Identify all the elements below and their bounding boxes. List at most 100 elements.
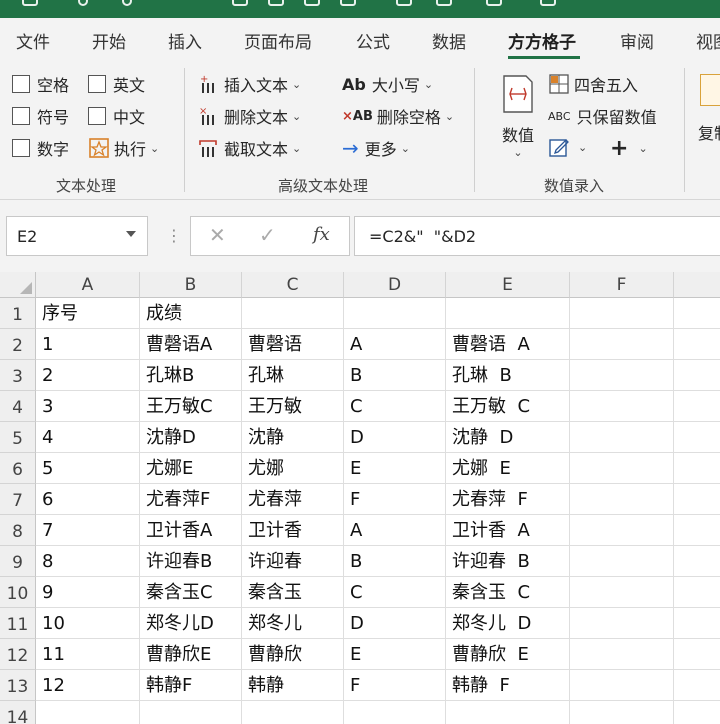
cell[interactable]: 许迎春 — [242, 546, 344, 577]
cell[interactable] — [674, 701, 720, 724]
checkbox-box[interactable] — [12, 107, 30, 125]
row-header[interactable]: 2 — [0, 329, 36, 360]
cell[interactable]: 尤春萍 F — [446, 484, 570, 515]
cell[interactable] — [570, 546, 674, 577]
cell[interactable]: 卫计香A — [140, 515, 242, 546]
cell[interactable]: A — [344, 329, 446, 360]
cell[interactable] — [674, 639, 720, 670]
qa-tool-icon[interactable] — [486, 0, 502, 6]
cell[interactable]: B — [344, 360, 446, 391]
column-header-c[interactable]: C — [242, 272, 344, 298]
cell[interactable]: 郑冬儿D — [140, 608, 242, 639]
delete-text-button[interactable]: × 删除文本 ⌄ — [198, 104, 301, 128]
checkbox-chinese[interactable]: 中文 — [88, 104, 145, 128]
cell[interactable]: 5 — [36, 453, 140, 484]
cell[interactable] — [570, 639, 674, 670]
cell[interactable]: 6 — [36, 484, 140, 515]
cell[interactable]: 沈静 D — [446, 422, 570, 453]
checkbox-box[interactable] — [12, 139, 30, 157]
edit-button[interactable]: ⌄ — [548, 136, 587, 158]
cancel-icon[interactable]: ✕ — [209, 223, 226, 247]
cell[interactable] — [674, 670, 720, 701]
cell[interactable]: 韩静F — [140, 670, 242, 701]
insert-function-icon[interactable]: fx — [313, 224, 330, 245]
cell[interactable]: A — [344, 515, 446, 546]
cell[interactable]: 许迎春 B — [446, 546, 570, 577]
qa-tool-icon[interactable] — [340, 0, 356, 6]
cell[interactable] — [674, 453, 720, 484]
row-header[interactable]: 4 — [0, 391, 36, 422]
cell[interactable]: 尤娜E — [140, 453, 242, 484]
cell[interactable]: 3 — [36, 391, 140, 422]
cell[interactable] — [570, 484, 674, 515]
cell[interactable]: 10 — [36, 608, 140, 639]
cell[interactable]: 许迎春B — [140, 546, 242, 577]
cell[interactable]: 郑冬儿 D — [446, 608, 570, 639]
cell[interactable]: 成绩 — [140, 298, 242, 329]
cell[interactable]: F — [344, 484, 446, 515]
extract-text-button[interactable]: 截取文本 ⌄ — [198, 136, 301, 160]
cell[interactable] — [674, 298, 720, 329]
cell[interactable] — [570, 391, 674, 422]
qa-tool-icon[interactable] — [304, 0, 320, 6]
cell[interactable]: 12 — [36, 670, 140, 701]
insert-text-button[interactable]: + 插入文本 ⌄ — [198, 72, 301, 96]
cell[interactable]: 曹静欣 E — [446, 639, 570, 670]
qa-tool-icon[interactable] — [436, 0, 452, 6]
cell[interactable]: D — [344, 422, 446, 453]
cell[interactable]: C — [344, 391, 446, 422]
cell[interactable] — [570, 298, 674, 329]
cell[interactable] — [570, 515, 674, 546]
tab-formulas[interactable]: 公式 — [356, 28, 390, 53]
cell[interactable] — [570, 360, 674, 391]
cell[interactable]: 卫计香 A — [446, 515, 570, 546]
cell[interactable]: 曹磬语 A — [446, 329, 570, 360]
execute-button[interactable]: 执行 ⌄ — [88, 136, 159, 160]
checkbox-english[interactable]: 英文 — [88, 72, 145, 96]
cell[interactable] — [674, 329, 720, 360]
cell[interactable]: 2 — [36, 360, 140, 391]
cell[interactable]: E — [344, 639, 446, 670]
cell[interactable]: 沈静 — [242, 422, 344, 453]
cell[interactable] — [570, 670, 674, 701]
cell[interactable]: 9 — [36, 577, 140, 608]
cell[interactable] — [570, 422, 674, 453]
row-header[interactable]: 9 — [0, 546, 36, 577]
value-button[interactable]: 数值 ⌄ — [496, 72, 540, 168]
column-header-f[interactable]: F — [570, 272, 674, 298]
cell[interactable] — [344, 298, 446, 329]
cell[interactable]: 8 — [36, 546, 140, 577]
row-header[interactable]: 11 — [0, 608, 36, 639]
cell[interactable]: C — [344, 577, 446, 608]
cell[interactable]: D — [344, 608, 446, 639]
cell[interactable] — [674, 391, 720, 422]
checkbox-symbol[interactable]: 符号 — [12, 104, 69, 128]
cell[interactable] — [570, 577, 674, 608]
select-all-corner[interactable] — [0, 272, 36, 298]
cell[interactable] — [674, 515, 720, 546]
cell[interactable] — [674, 577, 720, 608]
tab-view[interactable]: 视图 — [696, 28, 720, 53]
cell[interactable]: 4 — [36, 422, 140, 453]
row-header[interactable]: 3 — [0, 360, 36, 391]
cell[interactable]: 序号 — [36, 298, 140, 329]
cell[interactable]: 7 — [36, 515, 140, 546]
row-header[interactable]: 1 — [0, 298, 36, 329]
cell[interactable] — [446, 298, 570, 329]
redo-icon[interactable] — [78, 0, 88, 6]
cell[interactable]: E — [344, 453, 446, 484]
cell[interactable] — [570, 329, 674, 360]
cell[interactable]: 曹静欣 — [242, 639, 344, 670]
cell[interactable] — [570, 608, 674, 639]
add-button[interactable]: + ⌄ — [610, 136, 648, 161]
cell[interactable]: 曹磬语 — [242, 329, 344, 360]
qa-tool-icon[interactable] — [232, 0, 248, 6]
column-header-a[interactable]: A — [36, 272, 140, 298]
row-header[interactable]: 7 — [0, 484, 36, 515]
row-header[interactable]: 14 — [0, 701, 36, 724]
name-box-dropdown-icon[interactable] — [126, 231, 136, 237]
tab-fangfang[interactable]: 方方格子 — [508, 28, 576, 53]
checkbox-space[interactable]: 空格 — [12, 72, 69, 96]
delete-space-button[interactable]: ×AB 删除空格 ⌄ — [342, 104, 454, 128]
cell[interactable]: 孔琳 — [242, 360, 344, 391]
